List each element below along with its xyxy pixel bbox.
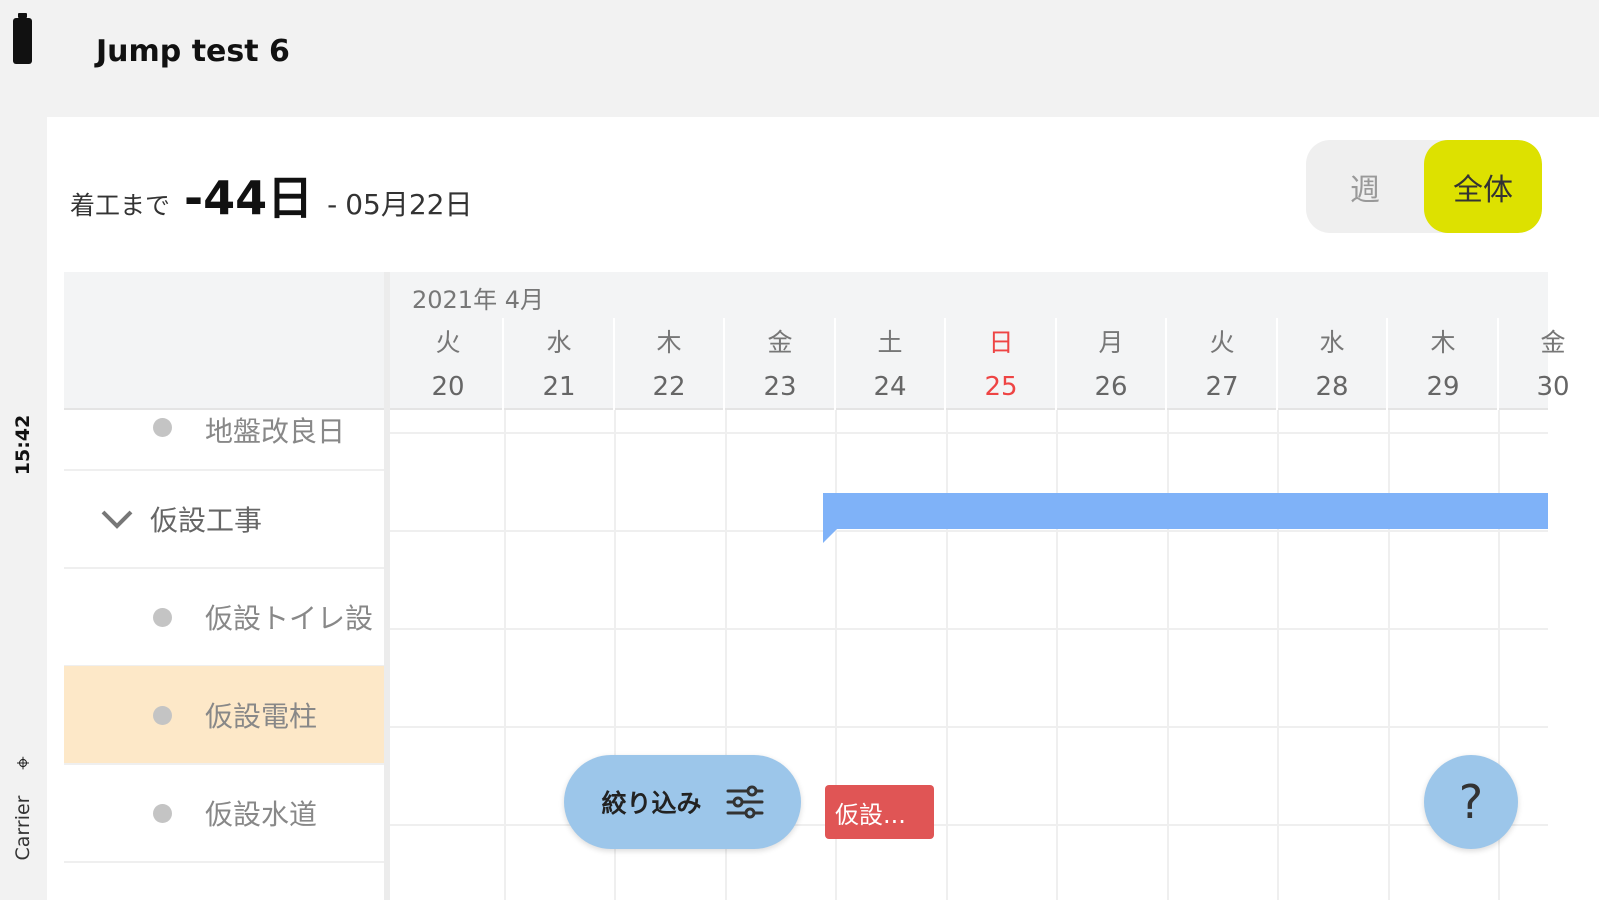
date-cell: 25 <box>947 364 1057 410</box>
gantt-grid <box>390 410 1548 900</box>
weekday-cell: 月 <box>1057 318 1167 364</box>
task-row[interactable]: 仮設水道 <box>64 764 384 862</box>
grid-column-line <box>946 410 948 900</box>
filter-button-label: 絞り込み <box>601 789 702 818</box>
weekday-cell: 水 <box>1278 318 1388 364</box>
weekday-cell: 金 <box>726 318 836 364</box>
sliders-icon <box>726 785 763 819</box>
weekday-cell: 火 <box>1168 318 1278 364</box>
weekday-cell: 木 <box>615 318 725 364</box>
chevron-down-icon[interactable] <box>100 502 134 536</box>
battery-icon <box>13 13 32 64</box>
countdown-separator: - <box>327 188 338 221</box>
date-cell: 24 <box>836 364 946 410</box>
task-label: 地盤改良日 <box>205 415 346 448</box>
task-label: 仮設電柱 <box>205 700 318 733</box>
grid-row-line <box>390 432 1548 434</box>
page-title: Jump test 6 <box>96 34 290 69</box>
weekday-cell: 火 <box>394 318 504 364</box>
task-status-dot <box>153 607 172 627</box>
task-list-header <box>64 272 384 410</box>
weekday-cell: 土 <box>836 318 946 364</box>
task-row[interactable]: 地盤改良日 <box>64 410 384 470</box>
view-toggle: 週 全体 <box>1306 140 1542 233</box>
task-label: 仮設工事 <box>150 504 263 537</box>
task-label: 仮設トイレ設 <box>205 602 374 635</box>
grid-row-line <box>390 530 1548 532</box>
grid-row-line <box>390 824 1548 826</box>
date-cell: 30 <box>1499 364 1599 410</box>
gantt-chart: 2021年 4月 火水木金土日月火水木金 20 21 22 23 24 25 26 27 28 2… <box>64 272 1570 900</box>
help-button[interactable]: ? <box>1424 755 1518 849</box>
task-status-dot <box>153 418 172 437</box>
weekday-cell: 木 <box>1389 318 1499 364</box>
grid-row-line <box>390 726 1548 728</box>
date-cell: 22 <box>615 364 725 410</box>
filter-button[interactable]: 絞り込み <box>564 755 801 849</box>
gantt-bar-group[interactable] <box>823 493 1548 543</box>
date-cell: 26 <box>1057 364 1167 410</box>
weekday-cell: 金 <box>1499 318 1599 364</box>
grid-column-line <box>1167 410 1169 900</box>
grid-column-line <box>1388 410 1390 900</box>
week-view-button[interactable]: 週 <box>1306 140 1424 233</box>
task-row[interactable]: 仮設トイレ設 <box>64 568 384 666</box>
status-bar: 15:42 ⌖ Carrier <box>0 0 46 900</box>
date-cell: 21 <box>505 364 615 410</box>
month-label: 2021年 4月 <box>412 286 544 314</box>
countdown-label: 着工まで <box>70 191 171 220</box>
all-view-button[interactable]: 全体 <box>1424 140 1542 233</box>
column-divider[interactable] <box>384 272 390 900</box>
task-group-row[interactable]: 仮設工事 <box>64 470 384 568</box>
date-cell: 27 <box>1168 364 1278 410</box>
weekday-cell: 水 <box>505 318 615 364</box>
gantt-task-chip[interactable]: 仮設... <box>825 785 934 839</box>
weekday-cell: 日 <box>947 318 1057 364</box>
status-time: 15:42 <box>12 414 34 476</box>
date-header-row: 20 21 22 23 24 25 26 27 28 29 30 <box>390 364 1570 410</box>
schedule-card: 着工まで -44日 - 05月22日 週 全体 2021年 4月 火水木金土日月… <box>47 117 1599 900</box>
date-cell: 20 <box>394 364 504 410</box>
date-cell: 29 <box>1389 364 1499 410</box>
grid-column-line <box>1277 410 1279 900</box>
date-cell: 28 <box>1278 364 1388 410</box>
task-status-dot <box>153 705 172 725</box>
grid-row-line <box>390 628 1548 630</box>
task-row-line <box>64 861 384 863</box>
date-cell: 23 <box>726 364 836 410</box>
weekday-header-row: 火水木金土日月火水木金 <box>390 318 1566 364</box>
grid-column-line <box>504 410 506 900</box>
task-row[interactable]: 仮設電柱 <box>64 666 384 764</box>
status-carrier: Carrier <box>12 795 34 861</box>
task-status-dot <box>153 803 172 823</box>
task-label: 仮設水道 <box>205 798 318 831</box>
month-header: 2021年 4月 <box>390 272 1548 318</box>
countdown-date: 05月22日 <box>345 188 473 221</box>
wifi-icon: ⌖ <box>9 756 37 770</box>
grid-column-line <box>1056 410 1058 900</box>
countdown-days: -44日 <box>184 171 314 225</box>
countdown: 着工まで -44日 - 05月22日 <box>70 162 473 225</box>
